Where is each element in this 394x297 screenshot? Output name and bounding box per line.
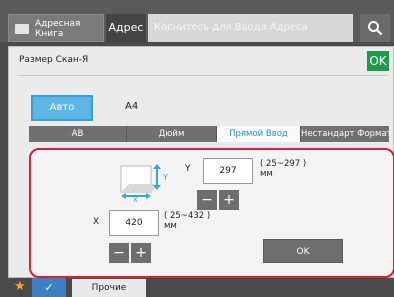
svg-text:X: X	[133, 196, 138, 202]
address-book-button[interactable]: Адресная Книга	[8, 14, 104, 42]
search-icon	[368, 21, 383, 36]
y-size-input[interactable]: 297	[203, 158, 253, 184]
star-icon[interactable]: ★	[14, 280, 26, 294]
address-input[interactable]: Коснитесь для Ввода Адреса	[148, 14, 353, 42]
search-button[interactable]	[360, 14, 390, 42]
y-unit: мм	[260, 169, 273, 179]
auto-size-button[interactable]: Авто	[31, 95, 93, 121]
x-range: ( 25~432 ) мм	[164, 211, 210, 231]
x-unit: мм	[164, 221, 177, 231]
scan-size-dialog: Размер Скан-Я OK Авто A4 AB Дюйм Прямой …	[8, 46, 394, 278]
divider	[17, 75, 387, 76]
y-increase-button[interactable]: +	[219, 190, 239, 210]
detected-size: A4	[125, 101, 139, 112]
other-button[interactable]: Прочие	[72, 279, 146, 297]
y-label: Y	[185, 164, 191, 174]
size-tabs: AB Дюйм Прямой Ввод Нестандарт Формат	[29, 126, 392, 142]
y-range-text: ( 25~297 )	[260, 159, 307, 169]
scan-size-screen: Адресная Книга Адрес Коснитесь для Ввода…	[0, 0, 394, 297]
paper-size-icon: Y X	[120, 164, 168, 202]
dialog-ok-button[interactable]: OK	[367, 51, 389, 71]
ok-button[interactable]: OK	[263, 239, 343, 263]
bottom-bar: ★ ✓ Прочие	[0, 278, 394, 297]
x-label: X	[93, 217, 100, 227]
dialog-title: Размер Скан-Я	[19, 55, 89, 65]
tab-direct-input[interactable]: Прямой Ввод	[217, 126, 301, 142]
tab-ab[interactable]: AB	[29, 126, 127, 142]
svg-text:Y: Y	[162, 173, 168, 182]
direct-input-panel: Y X Y 297 ( 25~297 ) мм − + X 420 ( 25~4…	[29, 148, 394, 278]
x-range-text: ( 25~432 )	[164, 211, 211, 221]
top-bar: Адресная Книга Адрес Коснитесь для Ввода…	[0, 0, 394, 42]
address-book-label: Адресная Книга	[35, 19, 81, 39]
x-size-input[interactable]: 420	[109, 210, 159, 236]
address-book-icon	[15, 24, 29, 34]
y-range: ( 25~297 ) мм	[260, 159, 306, 179]
x-decrease-button[interactable]: −	[109, 243, 129, 263]
checkmark-icon[interactable]: ✓	[32, 278, 66, 297]
tab-inch[interactable]: Дюйм	[127, 126, 217, 142]
x-increase-button[interactable]: +	[131, 243, 151, 263]
address-tab[interactable]: Адрес	[106, 14, 146, 42]
y-decrease-button[interactable]: −	[197, 190, 217, 210]
tab-custom-format[interactable]: Нестандарт Формат	[301, 126, 392, 142]
